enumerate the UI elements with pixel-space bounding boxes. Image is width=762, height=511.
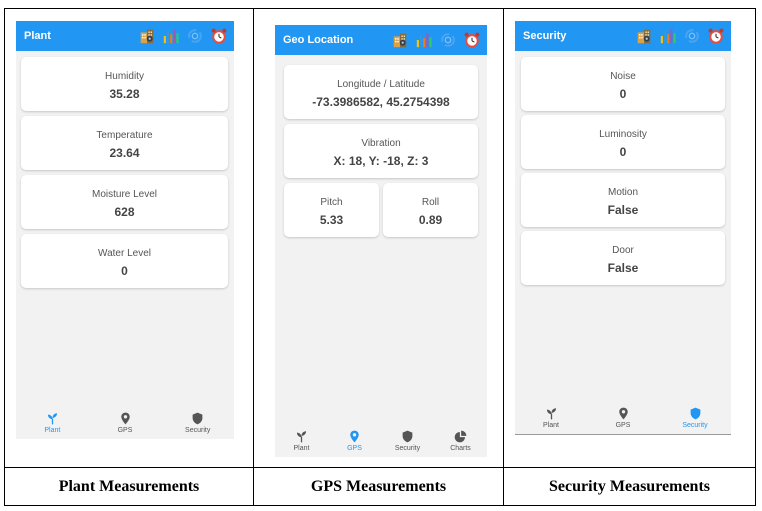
alarm-clock-icon[interactable] — [463, 31, 481, 49]
nav-item-label: Security — [682, 422, 708, 429]
card-label: Longitude / Latitude — [337, 79, 425, 90]
alarm-clock-icon[interactable] — [707, 27, 725, 45]
nav-item-gps[interactable]: GPS — [328, 425, 381, 457]
bottom-nav: Plant GPS Security Charts — [275, 425, 487, 457]
longitude-latitude-card: Longitude / Latitude -73.3986582, 45.275… — [284, 65, 478, 119]
card-label: Temperature — [96, 130, 153, 141]
card-label: Motion — [607, 187, 638, 198]
building-icon[interactable] — [635, 27, 653, 45]
app-bar-title: Plant — [24, 30, 51, 42]
luminosity-card: Luminosity 0 — [521, 115, 725, 169]
card-label: Humidity — [105, 71, 144, 82]
nav-item-label: Security — [185, 427, 211, 434]
sprout-icon — [46, 412, 59, 425]
nav-item-security[interactable]: Security — [161, 407, 234, 439]
card-label: Moisture Level — [91, 189, 158, 200]
location-pin-icon — [119, 412, 132, 425]
nav-item-gps[interactable]: GPS — [587, 402, 659, 434]
card-label: Water Level — [98, 248, 151, 259]
temperature-card: Temperature 23.64 — [21, 116, 228, 170]
card-value: False — [607, 261, 639, 275]
card-value: X: 18, Y: -18, Z: 3 — [333, 154, 429, 168]
nav-item-plant[interactable]: Plant — [275, 425, 328, 457]
noise-card: Noise 0 — [521, 57, 725, 111]
bottom-nav: Plant GPS Security — [515, 402, 731, 434]
card-value: -73.3986582, 45.2754398 — [312, 95, 450, 109]
nav-item-gps[interactable]: GPS — [89, 407, 162, 439]
bottom-nav: Plant GPS Security — [16, 407, 234, 439]
card-value: 35.28 — [109, 87, 140, 101]
card-label: Pitch — [320, 197, 343, 208]
card-value: 0 — [619, 145, 627, 159]
nav-item-label: Plant — [543, 422, 559, 429]
card-value: 23.64 — [109, 146, 140, 160]
moisture-level-card: Moisture Level 628 — [21, 175, 228, 229]
card-label: Luminosity — [599, 129, 647, 140]
security-caption: Security Measurements — [549, 478, 710, 495]
nav-item-security[interactable]: Security — [659, 402, 731, 434]
app-bar-title: Security — [523, 30, 567, 42]
building-icon[interactable] — [138, 27, 156, 45]
card-value: False — [607, 203, 639, 217]
column-divider — [253, 9, 254, 505]
sprout-icon — [545, 407, 558, 420]
plant-screen: Plant Humidity 35.28 Temperature 23.64 M… — [16, 21, 234, 439]
card-value: 0 — [619, 87, 627, 101]
security-screen: Security Noise 0 Luminosity 0 Motion Fal… — [515, 21, 731, 435]
app-bar-title: Geo Location — [283, 34, 354, 46]
nav-item-plant[interactable]: Plant — [515, 402, 587, 434]
bar-chart-icon[interactable] — [659, 27, 677, 45]
bar-chart-icon[interactable] — [162, 27, 180, 45]
refresh-icon[interactable] — [683, 27, 701, 45]
building-icon[interactable] — [391, 31, 409, 49]
column-divider — [503, 9, 504, 505]
card-label: Door — [612, 245, 634, 256]
shield-icon — [401, 430, 414, 443]
nav-item-label: GPS — [615, 422, 631, 429]
nav-item-plant[interactable]: Plant — [16, 407, 89, 439]
nav-item-label: Security — [394, 445, 421, 452]
nav-item-charts[interactable]: Charts — [434, 425, 487, 457]
card-label: Noise — [610, 71, 636, 82]
card-label: Vibration — [361, 138, 401, 149]
gps-screen: Geo Location Longitude / Latitude -73.39… — [275, 25, 487, 457]
gps-caption: GPS Measurements — [310, 478, 447, 495]
roll-card: Roll 0.89 — [383, 183, 478, 237]
vibration-card: Vibration X: 18, Y: -18, Z: 3 — [284, 124, 478, 178]
nav-item-label: GPS — [347, 445, 362, 452]
water-level-card: Water Level 0 — [21, 234, 228, 288]
pie-chart-icon — [454, 430, 467, 443]
app-bar: Geo Location — [275, 25, 487, 55]
app-bar: Security — [515, 21, 731, 51]
card-value: 5.33 — [319, 213, 344, 227]
card-value: 0 — [121, 264, 128, 278]
refresh-icon[interactable] — [186, 27, 204, 45]
plant-caption: Plant Measurements — [58, 478, 200, 495]
nav-item-label: Charts — [450, 445, 471, 452]
app-bar: Plant — [16, 21, 234, 51]
refresh-icon[interactable] — [439, 31, 457, 49]
nav-item-label: GPS — [117, 427, 133, 434]
location-pin-icon — [617, 407, 630, 420]
card-value: 0.89 — [418, 213, 443, 227]
humidity-card: Humidity 35.28 — [21, 57, 228, 111]
card-value: 628 — [114, 205, 135, 219]
shield-icon — [689, 407, 702, 420]
card-label: Roll — [421, 197, 440, 208]
nav-item-label: Plant — [293, 445, 310, 452]
pitch-card: Pitch 5.33 — [284, 183, 379, 237]
figure-frame: Plant Humidity 35.28 Temperature 23.64 M… — [4, 8, 756, 506]
shield-icon — [191, 412, 204, 425]
nav-item-label: Plant — [44, 427, 61, 434]
bar-chart-icon[interactable] — [415, 31, 433, 49]
location-pin-icon — [348, 430, 361, 443]
sprout-icon — [295, 430, 308, 443]
motion-card: Motion False — [521, 173, 725, 227]
alarm-clock-icon[interactable] — [210, 27, 228, 45]
nav-item-security[interactable]: Security — [381, 425, 434, 457]
door-card: Door False — [521, 231, 725, 285]
